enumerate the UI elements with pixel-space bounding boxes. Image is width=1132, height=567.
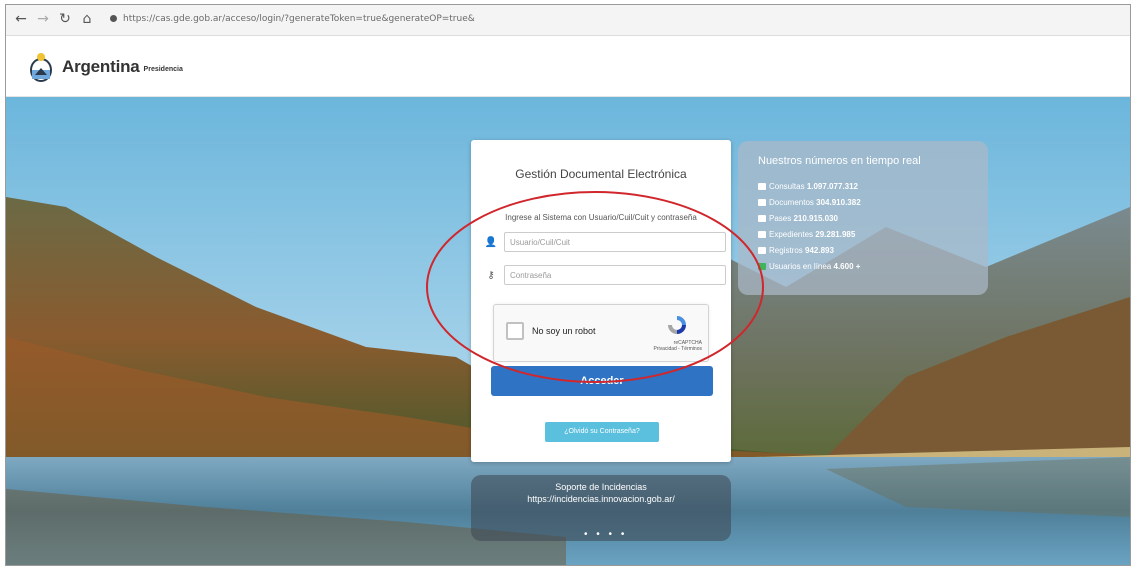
stat-row-pases: Pases 210.915.030 <box>758 211 861 227</box>
stats-title: Nuestros números en tiempo real <box>758 155 921 167</box>
hero-section: Gestión Documental Electrónica Ingrese a… <box>6 97 1130 565</box>
brand-name: Argentina <box>62 57 140 76</box>
login-subtitle: Ingrese al Sistema con Usuario/Cuil/Cuit… <box>505 213 697 222</box>
stat-row-expedientes: Expedientes 29.281.985 <box>758 227 861 243</box>
stat-label: Consultas <box>769 182 805 191</box>
submit-button[interactable]: Acceder <box>491 366 713 396</box>
stat-value: 210.915.030 <box>793 214 838 223</box>
stat-value: 29.281.985 <box>815 230 856 239</box>
folder-icon <box>758 231 766 239</box>
browser-toolbar: ← → ↻ ⌂ https://cas.gde.gob.ar/acceso/lo… <box>6 5 1130 36</box>
brand-subtitle: Presidencia <box>143 65 183 73</box>
arrow-right-icon[interactable]: → <box>34 10 52 28</box>
stat-value: 304.910.382 <box>816 198 861 207</box>
transfer-icon <box>758 215 766 223</box>
forgot-password-button[interactable]: ¿Olvidó su Contraseña? <box>545 422 659 442</box>
arrow-left-icon[interactable]: ← <box>12 10 30 28</box>
recaptcha-checkbox[interactable] <box>506 322 524 340</box>
user-field: 👤 <box>481 232 727 254</box>
document-icon <box>758 199 766 207</box>
stat-row-documentos: Documentos 304.910.382 <box>758 195 861 211</box>
site-header: Argentina Presidencia <box>6 36 1130 97</box>
browser-window: ← → ↻ ⌂ https://cas.gde.gob.ar/acceso/lo… <box>5 4 1131 566</box>
online-user-icon <box>758 263 766 271</box>
stat-value: 1.097.077.312 <box>806 182 858 191</box>
password-input[interactable] <box>504 265 726 285</box>
stats-list: Consultas 1.097.077.312 Documentos 304.9… <box>758 179 861 275</box>
carousel-dots[interactable]: • • • • <box>584 529 627 540</box>
stat-value: 4.600 + <box>833 262 861 271</box>
recaptcha-links[interactable]: Privacidad - Términos <box>653 346 702 352</box>
stat-label: Expedientes <box>769 230 814 239</box>
stat-label: Documentos <box>769 198 814 207</box>
support-link[interactable]: https://incidencias.innovacion.gob.ar/ <box>471 494 731 504</box>
reload-icon[interactable]: ↻ <box>56 10 74 28</box>
stat-row-consultas: Consultas 1.097.077.312 <box>758 179 861 195</box>
stat-row-registros: Registros 942.893 <box>758 243 861 259</box>
argentina-emblem-icon <box>30 53 52 82</box>
recaptcha-footer: reCAPTCHA Privacidad - Términos <box>653 340 702 352</box>
user-input[interactable] <box>504 232 726 252</box>
recaptcha-label: No soy un robot <box>532 326 596 336</box>
recaptcha-icon <box>668 316 686 334</box>
stats-panel: Nuestros números en tiempo real Consulta… <box>738 141 988 295</box>
address-url: https://cas.gde.gob.ar/acceso/login/?gen… <box>123 14 475 24</box>
stat-label: Pases <box>769 214 792 223</box>
user-icon: 👤 <box>484 237 498 248</box>
stat-value: 942.893 <box>805 246 834 255</box>
register-icon <box>758 247 766 255</box>
key-icon: ⚷ <box>487 270 495 281</box>
stat-label: Registros <box>769 246 803 255</box>
recaptcha-widget: No soy un robot reCAPTCHA Privacidad - T… <box>493 304 709 362</box>
support-title: Soporte de Incidencias <box>555 482 647 492</box>
chat-icon <box>758 183 766 191</box>
brand-logo[interactable]: Argentina Presidencia <box>28 50 183 84</box>
address-bar[interactable]: https://cas.gde.gob.ar/acceso/login/?gen… <box>110 10 1120 28</box>
lock-icon <box>110 15 117 22</box>
password-field: ⚷ <box>481 265 727 287</box>
login-card: Gestión Documental Electrónica Ingrese a… <box>471 140 731 462</box>
stat-label: Usuarios en línea <box>769 262 832 271</box>
login-title: Gestión Documental Electrónica <box>515 167 687 181</box>
home-icon[interactable]: ⌂ <box>78 10 96 28</box>
stat-row-usuarios: Usuarios en línea 4.600 + <box>758 259 861 275</box>
